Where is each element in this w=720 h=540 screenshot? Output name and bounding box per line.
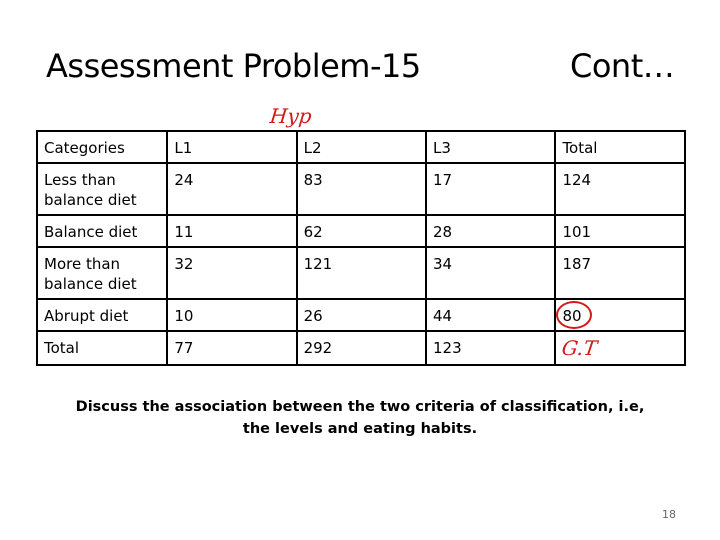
table-cell: 187 <box>554 246 686 300</box>
table-cell: 83 <box>295 162 428 216</box>
row-label: Abrupt diet <box>35 298 169 332</box>
table-cell: 124 <box>554 162 686 216</box>
handwritten-grand-total-annotation: G.T <box>560 336 600 360</box>
table-header-row: Categories L1 L2 L3 Total <box>35 130 686 164</box>
question-line-2: the levels and eating habits. <box>242 421 478 437</box>
row-label: Less than balance diet <box>35 162 169 216</box>
table-cell: 292 <box>295 330 428 366</box>
table-cell: 77 <box>166 330 298 366</box>
table-row: Less than balance diet 24 83 17 124 <box>35 162 686 216</box>
slide-title: Assessment Problem-15 <box>46 47 421 85</box>
table-cell: 80 <box>554 298 686 332</box>
table-cell: 123 <box>425 330 557 366</box>
handwritten-hyp-annotation: Hyp <box>268 104 313 128</box>
table-total-row: Total 77 292 123 G.T <box>35 330 686 366</box>
table-cell: 26 <box>295 298 428 332</box>
table-cell: 44 <box>425 298 557 332</box>
circled-value: 80 <box>556 301 593 329</box>
header-cell: L3 <box>425 130 557 164</box>
table-cell: 34 <box>425 246 557 300</box>
table-cell: 24 <box>166 162 298 216</box>
table-row: Abrupt diet 10 26 44 80 <box>35 298 686 332</box>
table-cell: G.T <box>554 330 686 366</box>
continuation-label: Cont… <box>570 47 675 85</box>
table-cell: 32 <box>166 246 298 300</box>
table-cell: 10 <box>166 298 298 332</box>
row-label: More than balance diet <box>35 246 169 300</box>
table-cell: 11 <box>166 214 298 248</box>
contingency-table: Categories L1 L2 L3 Total Less than bala… <box>35 130 686 366</box>
table-cell: 121 <box>295 246 428 300</box>
row-label: Total <box>35 330 169 366</box>
table-row: More than balance diet 32 121 34 187 <box>35 246 686 300</box>
page-number: 18 <box>662 508 676 521</box>
question-text: Discuss the association between the two … <box>40 396 680 440</box>
row-label: Balance diet <box>35 214 169 248</box>
table-cell: 17 <box>425 162 557 216</box>
header-cell: Categories <box>35 130 169 164</box>
question-line-1: Discuss the association between the two … <box>75 399 645 415</box>
header-cell: L1 <box>166 130 298 164</box>
header-cell: Total <box>554 130 686 164</box>
table-cell: 101 <box>554 214 686 248</box>
table-cell: 28 <box>425 214 557 248</box>
handwritten-circle-mark <box>556 301 593 329</box>
table-cell: 62 <box>295 214 428 248</box>
table-row: Balance diet 11 62 28 101 <box>35 214 686 248</box>
header-cell: L2 <box>295 130 428 164</box>
